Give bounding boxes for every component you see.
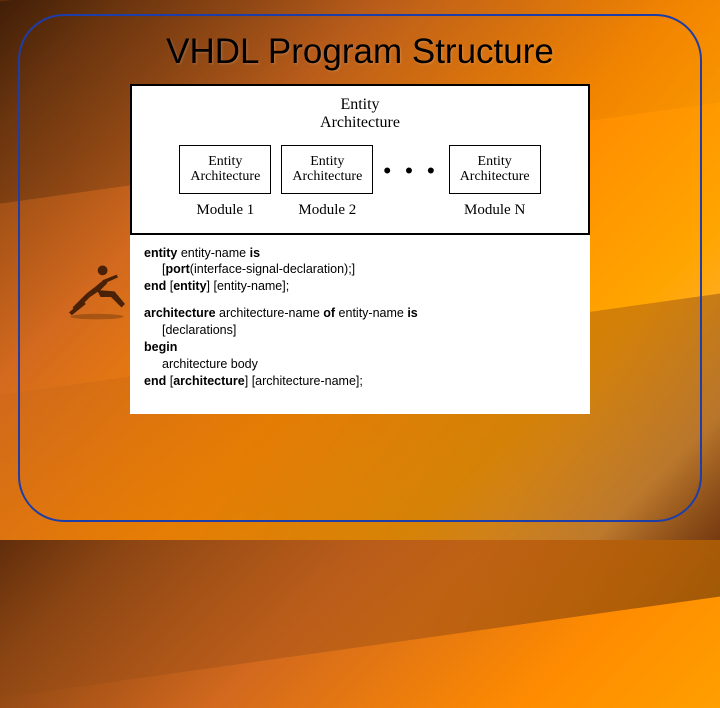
ellipsis-icon: • • • bbox=[383, 158, 438, 206]
entity-line-1: entity entity-name is bbox=[144, 245, 576, 262]
kw-of: of bbox=[323, 306, 335, 320]
entity-text: Entity bbox=[320, 96, 400, 114]
entity-line-3: end [entity] [entity-name]; bbox=[144, 278, 576, 295]
kw-architecture: architecture bbox=[144, 306, 216, 320]
module-n-arch: Architecture bbox=[458, 169, 532, 184]
entity-syntax: entity entity-name is [port(interface-si… bbox=[144, 245, 576, 296]
module-1: Entity Architecture Module 1 bbox=[179, 145, 271, 219]
entity-end-text: ] [entity-name]; bbox=[207, 279, 290, 293]
kw-entity: entity bbox=[144, 246, 177, 260]
kw-begin: begin bbox=[144, 339, 576, 356]
slide-content: VHDL Program Structure Entity Architectu… bbox=[18, 14, 702, 522]
module-1-box: Entity Architecture bbox=[179, 145, 271, 194]
module-2: Entity Architecture Module 2 bbox=[281, 145, 373, 219]
top-module-label: Entity Architecture bbox=[320, 96, 400, 133]
arch-line-1: architecture architecture-name of entity… bbox=[144, 305, 576, 322]
kw-is-2: is bbox=[407, 306, 417, 320]
arch-line-4: architecture body bbox=[144, 356, 576, 373]
kw-port: port bbox=[165, 262, 189, 276]
module-2-label: Module 2 bbox=[298, 202, 356, 219]
entity-name-placeholder: entity-name bbox=[177, 246, 249, 260]
page-title: VHDL Program Structure bbox=[166, 32, 554, 72]
module-1-arch: Architecture bbox=[188, 169, 262, 184]
architecture-syntax: architecture architecture-name of entity… bbox=[144, 305, 576, 389]
module-1-entity: Entity bbox=[188, 154, 262, 169]
module-n-box: Entity Architecture bbox=[449, 145, 541, 194]
entity-line-2: [port(interface-signal-declaration);] bbox=[144, 261, 576, 278]
structure-diagram: Entity Architecture Entity Architecture … bbox=[130, 84, 590, 235]
module-2-arch: Architecture bbox=[290, 169, 364, 184]
port-decl-text: (interface-signal-declaration);] bbox=[190, 262, 355, 276]
kw-entity-2: entity bbox=[173, 279, 206, 293]
kw-end-2: end bbox=[144, 374, 170, 388]
arch-line-5: end [architecture] [architecture-name]; bbox=[144, 373, 576, 390]
kw-end: end bbox=[144, 279, 170, 293]
module-n-entity: Entity bbox=[458, 154, 532, 169]
arch-entity-placeholder: entity-name bbox=[335, 306, 407, 320]
kw-architecture-2: architecture bbox=[173, 374, 245, 388]
module-n: Entity Architecture Module N bbox=[449, 145, 541, 219]
kw-is: is bbox=[250, 246, 260, 260]
module-2-entity: Entity bbox=[290, 154, 364, 169]
module-1-label: Module 1 bbox=[196, 202, 254, 219]
arch-end-text: ] [architecture-name]; bbox=[245, 374, 363, 388]
arch-text: Architecture bbox=[320, 114, 400, 132]
module-n-label: Module N bbox=[464, 202, 525, 219]
module-2-box: Entity Architecture bbox=[281, 145, 373, 194]
arch-line-2: [declarations] bbox=[144, 322, 576, 339]
arch-name-placeholder: architecture-name bbox=[216, 306, 324, 320]
module-row: Entity Architecture Module 1 Entity Arch… bbox=[144, 145, 576, 219]
syntax-code-block: entity entity-name is [port(interface-si… bbox=[130, 235, 590, 414]
